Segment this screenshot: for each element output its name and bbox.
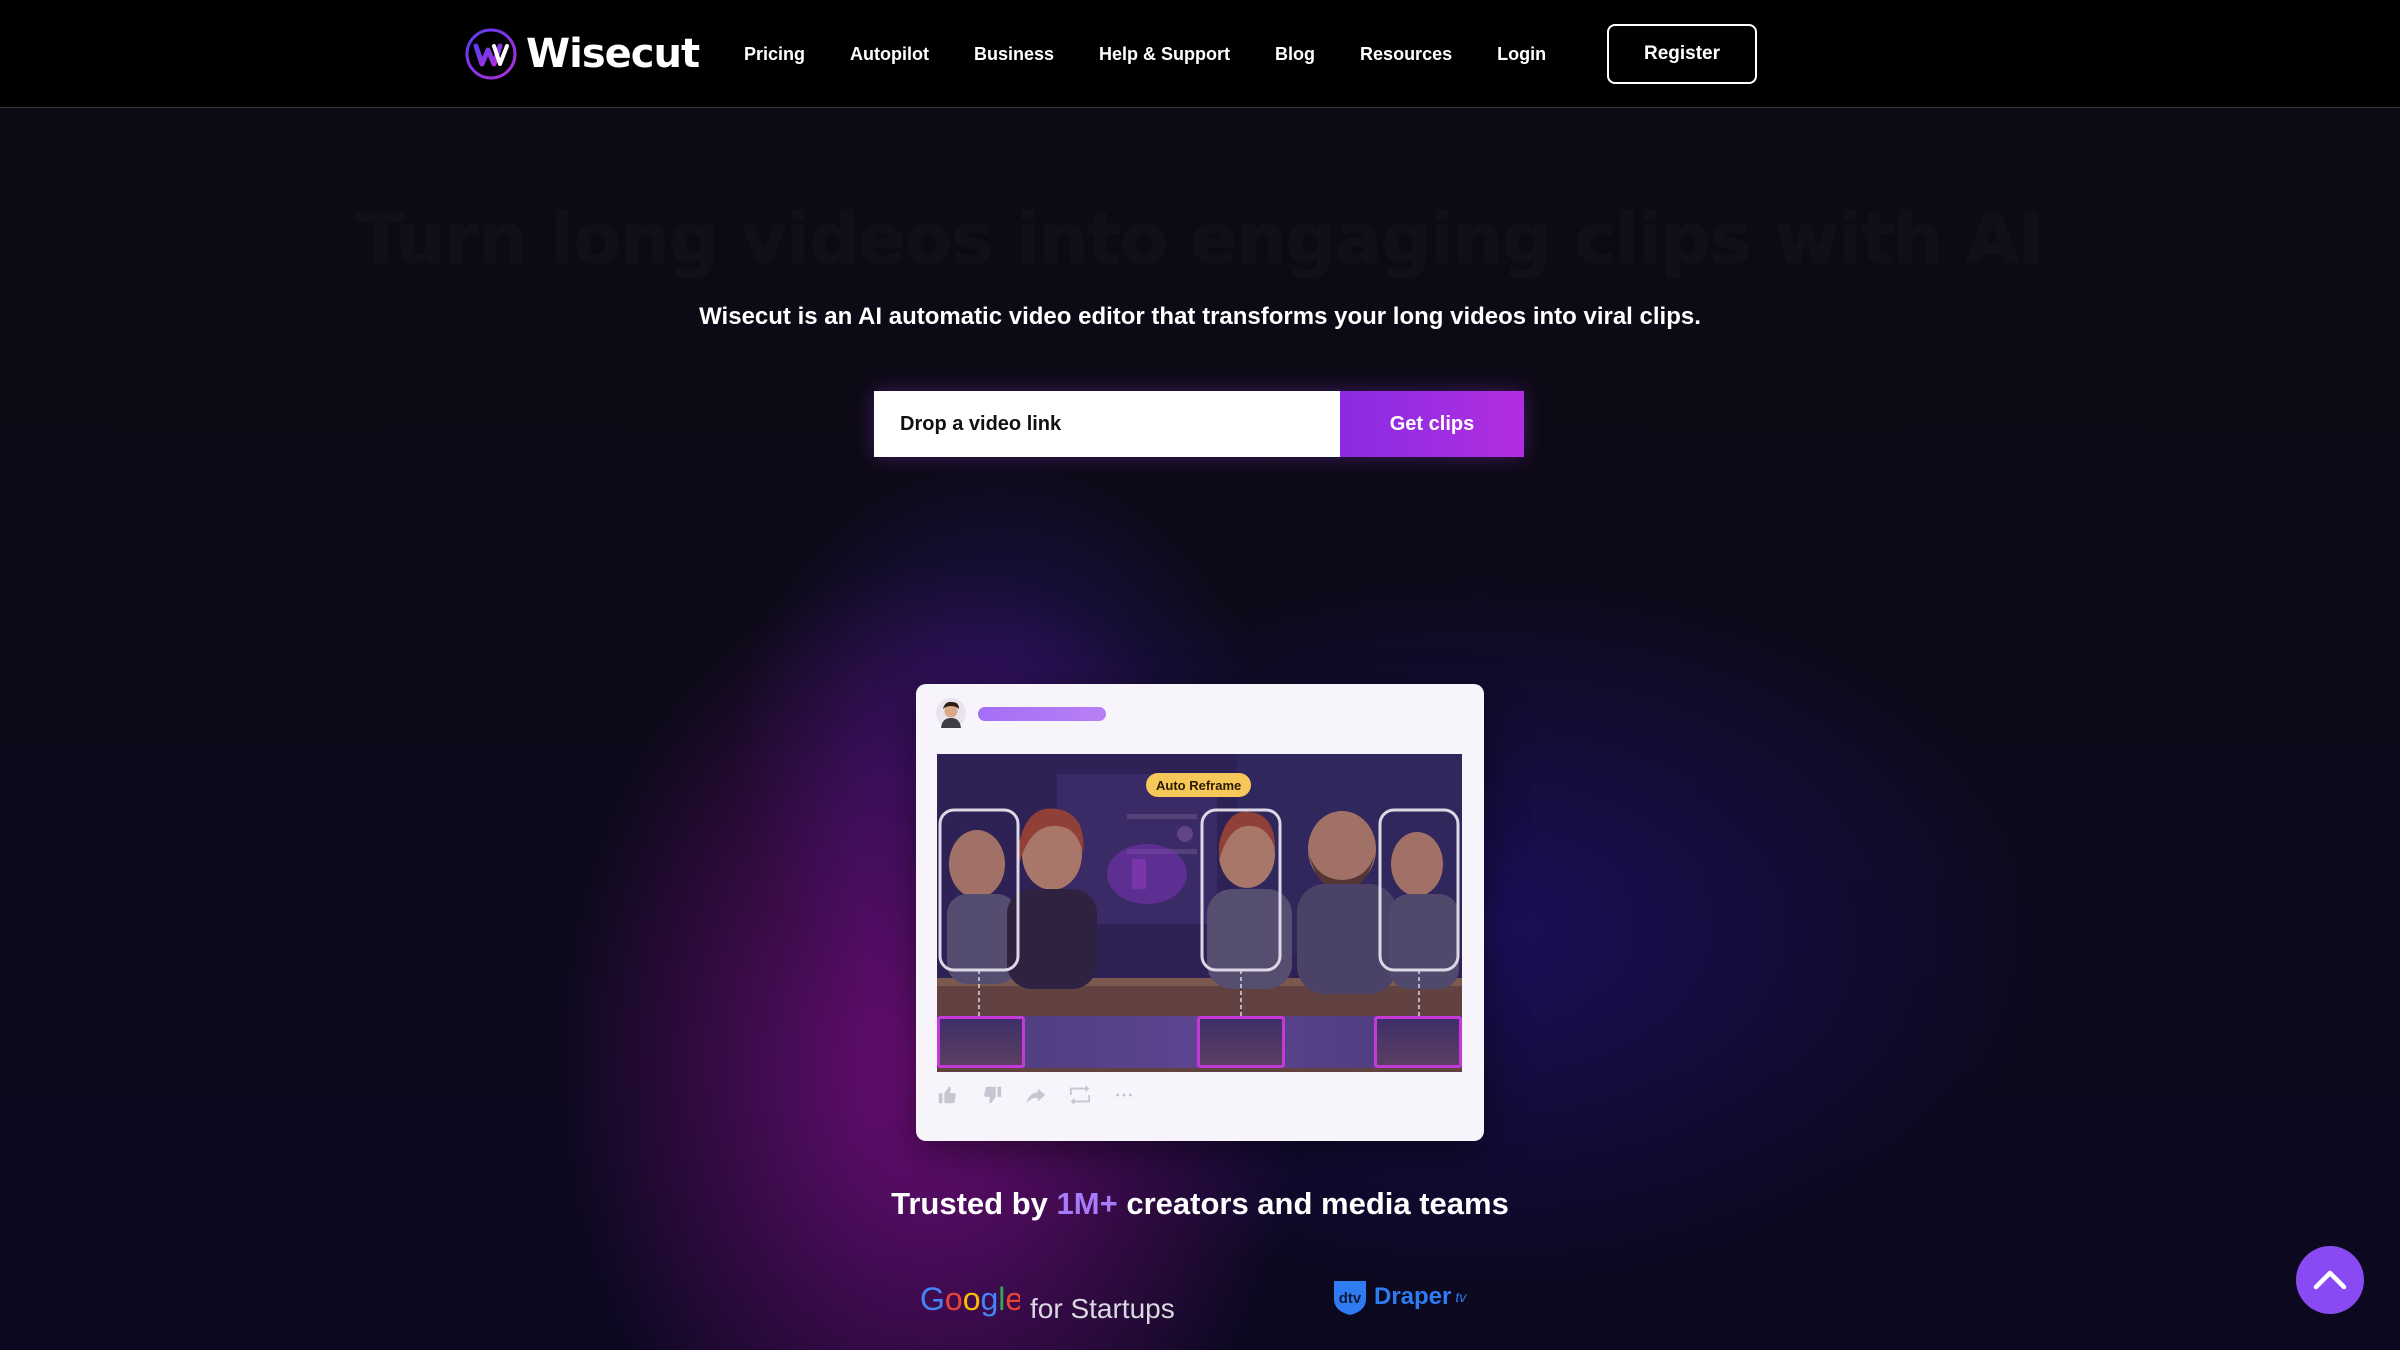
timeline-clip-3[interactable] [1374, 1016, 1462, 1068]
more-icon[interactable] [1113, 1084, 1135, 1106]
nav-business[interactable]: Business [974, 44, 1054, 65]
draper-tv-logo: dtv Draper tv [1330, 1277, 1466, 1317]
card-action-bar [937, 1084, 1135, 1106]
scroll-to-top-button[interactable] [2296, 1246, 2364, 1314]
hero-subtitle: Wisecut is an AI automatic video editor … [699, 303, 1701, 330]
brand-name: Wisecut [526, 31, 700, 77]
auto-reframe-badge: Auto Reframe [1146, 773, 1252, 797]
username-placeholder-bar [978, 707, 1106, 721]
top-navbar: Wisecut Pricing Autopilot Business Help … [0, 0, 2400, 108]
video-preview-card: Auto Reframe [916, 684, 1484, 1141]
nav-blog[interactable]: Blog [1275, 44, 1315, 65]
google-for-startups-logo: Google for Startups [920, 1280, 1175, 1325]
chevron-up-icon [2313, 1270, 2347, 1290]
draper-name: Draper [1374, 1283, 1452, 1310]
remix-icon[interactable] [1069, 1084, 1091, 1106]
thumbs-up-icon[interactable] [937, 1084, 959, 1106]
brand-logo[interactable]: Wisecut [464, 27, 700, 81]
svg-text:Google: Google [920, 1281, 1020, 1317]
timeline-clip-2[interactable] [1197, 1016, 1285, 1068]
get-clips-button[interactable]: Get clips [1340, 391, 1524, 457]
nav-pricing[interactable]: Pricing [744, 44, 805, 65]
avatar [936, 698, 966, 728]
wisecut-logo-icon [465, 28, 517, 80]
nav-login[interactable]: Login [1497, 44, 1546, 65]
trusted-count: 1M+ [1056, 1186, 1118, 1221]
clip-timeline[interactable] [937, 1016, 1462, 1068]
video-link-form: Get clips [874, 391, 1524, 457]
video-link-input[interactable] [874, 391, 1340, 457]
thumbs-down-icon[interactable] [981, 1084, 1003, 1106]
main-nav: Pricing Autopilot Business Help & Suppor… [744, 0, 1546, 108]
draper-tv-suffix: tv [1455, 1289, 1467, 1305]
google-wordmark: Google [920, 1281, 1020, 1317]
register-button[interactable]: Register [1607, 24, 1757, 84]
google-for-startups-label: for Startups [1030, 1293, 1175, 1324]
video-frame[interactable]: Auto Reframe [937, 754, 1462, 1072]
nav-help-support[interactable]: Help & Support [1099, 44, 1230, 65]
nav-autopilot[interactable]: Autopilot [850, 44, 929, 65]
draper-shield-icon: dtv [1334, 1281, 1366, 1315]
trusted-prefix: Trusted by [891, 1186, 1048, 1221]
share-icon[interactable] [1025, 1084, 1047, 1106]
svg-text:dtv: dtv [1339, 1290, 1362, 1307]
trusted-suffix: creators and media teams [1126, 1186, 1509, 1221]
hero-title: Turn long videos into engaging clips wit… [356, 198, 2044, 280]
timeline-clip-1[interactable] [937, 1016, 1025, 1068]
nav-resources[interactable]: Resources [1360, 44, 1452, 65]
trusted-by-heading: Trusted by 1M+ creators and media teams [0, 1186, 2400, 1222]
